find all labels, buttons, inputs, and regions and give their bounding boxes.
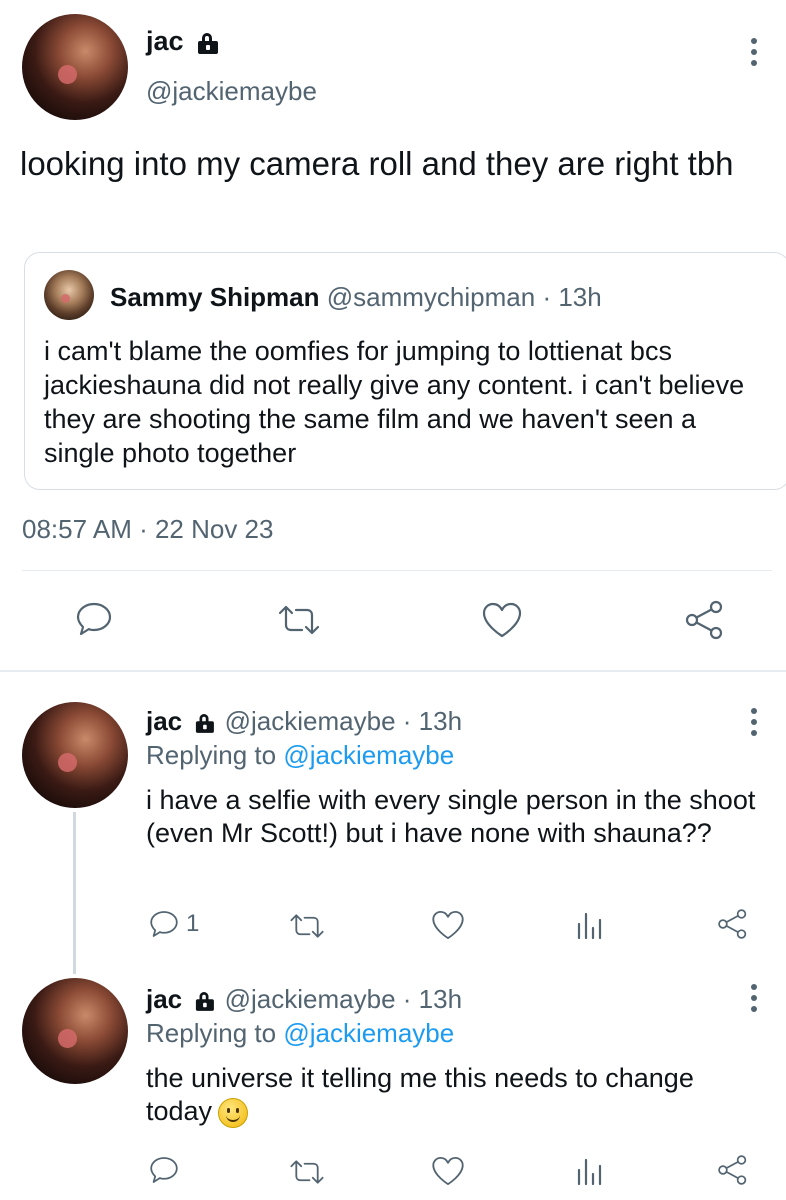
reply-1-reply-count: 1 xyxy=(186,910,200,937)
reply-2-avatar[interactable] xyxy=(22,978,128,1084)
replying-to-link[interactable]: @jackiemaybe xyxy=(283,1018,454,1048)
like-icon[interactable] xyxy=(480,600,524,640)
reply-icon[interactable] xyxy=(148,908,180,940)
reply-1-author-row[interactable]: jac @jackiemaybe · 13h xyxy=(146,706,462,737)
reply-2-handle[interactable]: @jackiemaybe xyxy=(225,984,396,1014)
reply-2-replying-row: Replying to @jackiemaybe xyxy=(146,1018,454,1049)
more-icon[interactable] xyxy=(751,984,757,1017)
share-icon[interactable] xyxy=(716,906,750,942)
reply-1-avatar[interactable] xyxy=(22,702,128,808)
more-icon[interactable] xyxy=(751,38,757,71)
lock-icon xyxy=(195,714,215,734)
reply-1-replying-row: Replying to @jackiemaybe xyxy=(146,740,454,771)
replying-to-link[interactable]: @jackiemaybe xyxy=(283,740,454,770)
main-author-row[interactable]: jac xyxy=(146,26,219,57)
analytics-icon[interactable] xyxy=(574,908,604,942)
share-icon[interactable] xyxy=(683,598,727,642)
quoted-tweet-text: i cam't blame the oomfies for jumping to… xyxy=(44,336,745,468)
reply-1-text: i have a selfie with every single person… xyxy=(146,785,756,848)
share-icon[interactable] xyxy=(716,1152,750,1188)
thread-line xyxy=(73,812,76,974)
reply-icon[interactable] xyxy=(74,600,114,638)
main-display-name[interactable]: jac xyxy=(146,26,184,56)
reply-2-author-row[interactable]: jac @jackiemaybe · 13h xyxy=(146,984,462,1015)
lock-icon xyxy=(197,32,219,54)
analytics-icon[interactable] xyxy=(574,1154,604,1188)
retweet-icon[interactable] xyxy=(288,912,326,940)
reply-2-time: · 13h xyxy=(402,984,463,1014)
more-icon[interactable] xyxy=(751,708,757,741)
like-icon[interactable] xyxy=(430,908,466,942)
quoted-time: · 13h xyxy=(542,282,602,312)
reply-1-time: · 13h xyxy=(402,706,463,736)
retweet-icon[interactable] xyxy=(288,1158,326,1186)
reply-2-text-row: the universe it telling me this needs to… xyxy=(146,1062,766,1128)
lock-icon xyxy=(195,992,215,1012)
reply-1-handle[interactable]: @jackiemaybe xyxy=(225,706,396,736)
main-tweet-text: looking into my camera roll and they are… xyxy=(20,145,734,182)
quoted-avatar[interactable] xyxy=(44,270,94,320)
smile-emoji-icon xyxy=(218,1097,249,1128)
main-avatar[interactable] xyxy=(22,14,128,120)
main-handle[interactable]: @jackiemaybe xyxy=(146,76,317,107)
section-divider xyxy=(0,670,786,672)
quoted-author-row[interactable]: Sammy Shipman @sammychipman · 13h xyxy=(110,282,602,313)
replying-to-label: Replying to xyxy=(146,1018,277,1048)
reply-1-display-name[interactable]: jac xyxy=(146,706,182,736)
retweet-icon[interactable] xyxy=(276,603,322,637)
quoted-handle[interactable]: @sammychipman xyxy=(327,282,535,312)
divider xyxy=(22,570,772,571)
like-icon[interactable] xyxy=(430,1154,466,1188)
reply-icon[interactable] xyxy=(148,1154,180,1186)
reply-2-display-name[interactable]: jac xyxy=(146,984,182,1014)
replying-to-label: Replying to xyxy=(146,740,277,770)
tweet-timestamp[interactable]: 08:57 AM · 22 Nov 23 xyxy=(22,514,273,545)
quoted-display-name[interactable]: Sammy Shipman xyxy=(110,282,320,312)
